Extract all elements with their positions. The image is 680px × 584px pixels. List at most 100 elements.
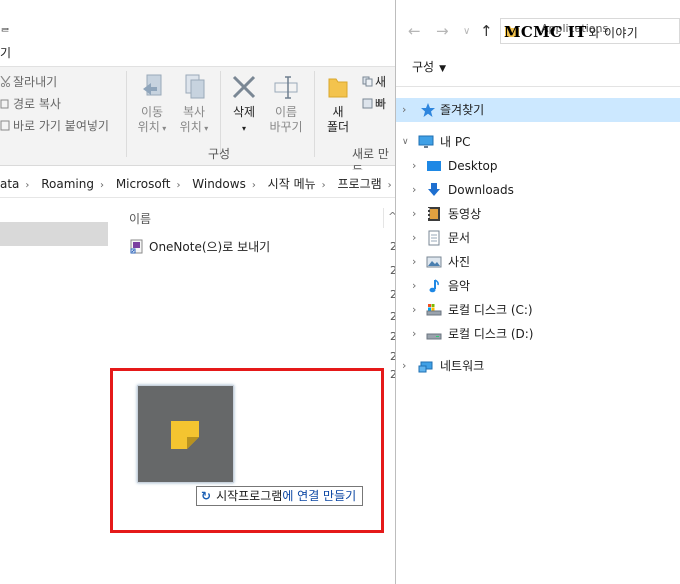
sticky-note-icon <box>171 421 199 449</box>
organize-label: 구성 <box>412 60 435 74</box>
breadcrumb-item[interactable]: ata <box>0 177 19 191</box>
move-to-label-2: 위치 <box>137 120 160 134</box>
background-explorer-window: ᆯ 기 잘라내기 경로 복사 바로 가기 붙여넣기 이동 위치 ▾ 복사 위치 … <box>0 0 396 584</box>
breadcrumb-chevron-icon: › <box>321 180 326 191</box>
move-to-icon <box>139 73 165 101</box>
tree-item-label: 내 PC <box>440 135 471 149</box>
up-arrow-icon[interactable]: ↑ <box>480 22 493 40</box>
rename-label-1: 이름 <box>274 105 298 119</box>
window-title-fragment: ᆯ <box>0 20 11 33</box>
breadcrumb-item[interactable]: Roaming <box>41 177 94 191</box>
breadcrumb-chevron-icon: › <box>176 180 181 191</box>
tree-item-pictures[interactable]: › 사진 <box>396 250 680 274</box>
tree-item-music[interactable]: › 음악 <box>396 274 680 298</box>
easy-access-label: 빠 <box>375 97 387 111</box>
tree-item-drive-c[interactable]: › 로컬 디스크 (C:) <box>396 298 680 322</box>
tree-item-desktop[interactable]: › Desktop <box>396 154 680 178</box>
breadcrumb[interactable]: ata › Roaming › Microsoft › Windows › 시작 메뉴 ›… <box>0 170 395 198</box>
tree-item-videos[interactable]: › 동영상 <box>396 202 680 226</box>
new-item-icon <box>362 76 373 87</box>
ribbon: 잘라내기 경로 복사 바로 가기 붙여넣기 이동 위치 ▾ 복사 위치 ▾ 삭제… <box>0 66 395 178</box>
new-folder-icon <box>325 73 351 101</box>
tree-item-label: Desktop <box>448 159 498 173</box>
tree-item-quick-access[interactable]: › 즐겨찾기 <box>396 98 680 122</box>
rename-label-2: 바꾸기 <box>269 120 303 134</box>
screenshot-root: ᆯ 기 잘라내기 경로 복사 바로 가기 붙여넣기 이동 위치 ▾ 복사 위치 … <box>0 0 680 584</box>
copy-to-icon <box>181 73 207 101</box>
scissors-icon <box>0 75 11 88</box>
tree-item-label: 사진 <box>448 255 471 269</box>
new-folder-label-1: 새 <box>332 105 344 119</box>
tree-item-label: 즐겨찾기 <box>440 103 485 117</box>
paste-shortcut-label: 바로 가기 붙여넣기 <box>13 119 109 133</box>
organize-group-label: 구성 <box>208 147 231 161</box>
collapse-chevron-icon[interactable]: ∨ <box>402 130 409 154</box>
tree-item-documents[interactable]: › 문서 <box>396 226 680 250</box>
back-arrow-icon[interactable]: ← <box>408 22 421 40</box>
rename-button[interactable]: 이름 바꾸기 <box>266 73 306 135</box>
breadcrumb-item[interactable]: 프로그램 <box>337 177 381 191</box>
watermark-sub: 와 이야기 <box>588 26 639 40</box>
nav-pane-selected-item[interactable] <box>0 222 108 246</box>
paste-shortcut-button[interactable]: 바로 가기 붙여넣기 <box>0 117 109 134</box>
breadcrumb-item[interactable]: Windows <box>192 177 246 191</box>
drag-tooltip-target: 시작프로그램 <box>216 489 283 503</box>
tree-item-downloads[interactable]: › Downloads <box>396 178 680 202</box>
new-item-label: 새 <box>375 75 387 89</box>
copy-path-icon <box>0 98 11 109</box>
expand-chevron-icon[interactable]: › <box>412 274 416 298</box>
rename-icon <box>273 73 299 101</box>
expand-chevron-icon[interactable]: › <box>412 202 416 226</box>
copy-path-label: 경로 복사 <box>13 97 61 111</box>
copy-to-button[interactable]: 복사 위치 ▾ <box>174 73 214 136</box>
dragged-sticky-notes-tile[interactable] <box>137 385 234 483</box>
tree-item-label: 로컬 디스크 (C:) <box>448 303 533 317</box>
delete-label: 삭제 <box>232 105 256 119</box>
easy-access-icon <box>362 98 373 109</box>
drag-tooltip: ↻ 시작프로그램에 연결 만들기 <box>196 486 364 506</box>
organize-button[interactable]: 구성 ▼ <box>412 58 446 75</box>
tree-item-drive-d[interactable]: › 로컬 디스크 (D:) <box>396 322 680 346</box>
breadcrumb-chevron-icon: › <box>251 180 256 191</box>
breadcrumb-item[interactable]: Microsoft <box>116 177 171 191</box>
new-item-button[interactable]: 새 <box>362 73 386 90</box>
breadcrumb-chevron-icon: › <box>387 180 392 191</box>
breadcrumb-item[interactable]: 시작 메뉴 <box>268 177 316 191</box>
forward-arrow-icon[interactable]: → <box>436 22 449 40</box>
drive-c-icon <box>426 304 442 316</box>
move-to-button[interactable]: 이동 위치 ▾ <box>132 73 172 136</box>
paste-shortcut-icon <box>0 120 11 131</box>
copy-path-button[interactable]: 경로 복사 <box>0 95 61 112</box>
onenote-shortcut-icon <box>130 239 145 254</box>
drive-d-icon <box>426 333 442 340</box>
documents-icon <box>428 230 440 246</box>
expand-chevron-icon[interactable]: › <box>402 98 406 122</box>
recent-locations-icon[interactable]: ∨ <box>463 26 470 37</box>
sort-arrow-icon: ^ <box>388 210 395 223</box>
menu-tab-fragment[interactable]: 기 <box>0 44 11 61</box>
column-divider[interactable] <box>383 208 384 228</box>
expand-chevron-icon[interactable]: › <box>412 250 416 274</box>
tree-item-this-pc[interactable]: ∨ 내 PC <box>396 130 680 154</box>
delete-button[interactable]: 삭제 ▾ <box>224 73 264 136</box>
file-item-onenote[interactable]: OneNote(으)로 보내기 <box>130 238 270 255</box>
easy-access-button[interactable]: 빠 <box>362 95 386 112</box>
expand-chevron-icon[interactable]: › <box>402 354 406 378</box>
toolbar-divider <box>396 86 680 87</box>
desktop-icon <box>427 161 441 171</box>
tree-item-network[interactable]: › 네트워크 <box>396 354 680 378</box>
videos-icon <box>428 207 440 221</box>
move-to-label-1: 이동 <box>140 105 164 119</box>
column-header-name[interactable]: 이름 <box>129 210 151 227</box>
expand-chevron-icon[interactable]: › <box>412 322 416 346</box>
expand-chevron-icon[interactable]: › <box>412 178 416 202</box>
expand-chevron-icon[interactable]: › <box>412 154 416 178</box>
expand-chevron-icon[interactable]: › <box>412 298 416 322</box>
expand-chevron-icon[interactable]: › <box>412 226 416 250</box>
cut-button[interactable]: 잘라내기 <box>0 73 57 90</box>
new-folder-label-2: 폴더 <box>326 120 350 134</box>
delete-dropdown-caret[interactable]: ▾ <box>242 124 246 133</box>
new-folder-button[interactable]: 새 폴더 <box>318 73 358 135</box>
music-icon <box>429 279 439 293</box>
tree-item-label: 문서 <box>448 231 471 245</box>
